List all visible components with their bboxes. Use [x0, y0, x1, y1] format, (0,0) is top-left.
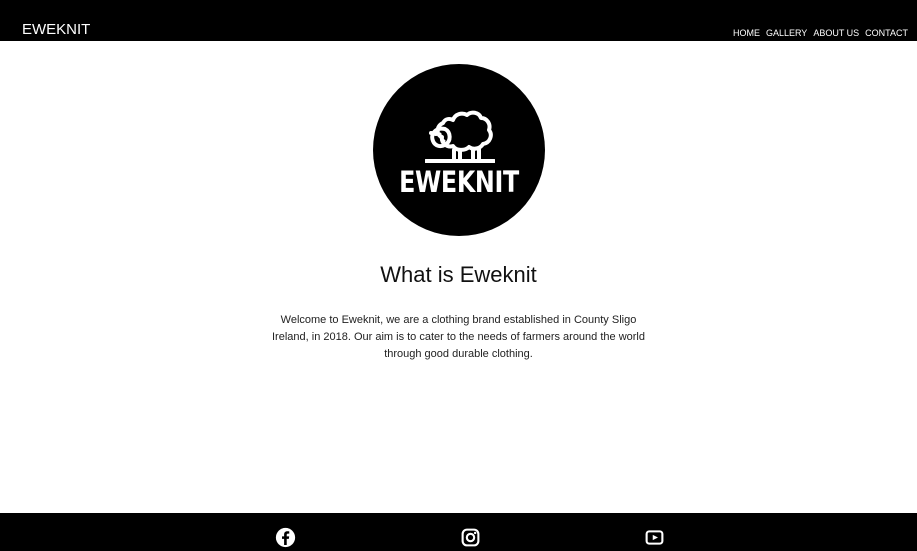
- logo-wordmark: EWEKNIT: [399, 165, 519, 199]
- youtube-icon: [645, 530, 664, 545]
- nav-home-link[interactable]: HOME: [733, 27, 760, 39]
- nav-gallery-link[interactable]: GALLERY: [766, 27, 807, 39]
- site-footer: [0, 513, 917, 551]
- main-navigation: HOME GALLERY ABOUT US CONTACT: [733, 27, 908, 39]
- instagram-link[interactable]: [460, 527, 481, 548]
- instagram-icon: [461, 528, 480, 547]
- home-page: EWEKNIT HOME GALLERY ABOUT US CONTACT EW…: [0, 0, 917, 551]
- facebook-icon: [275, 527, 296, 548]
- facebook-link[interactable]: [275, 527, 296, 548]
- nav-about-us-link[interactable]: ABOUT US: [813, 27, 859, 39]
- sheep-icon: [425, 110, 495, 163]
- brand-title[interactable]: EWEKNIT: [22, 21, 90, 39]
- nav-contact-link[interactable]: CONTACT: [865, 27, 908, 39]
- page-title: What is Eweknit: [380, 262, 537, 287]
- intro-paragraph: Welcome to Eweknit, we are a clothing br…: [272, 314, 645, 360]
- eweknit-logo: EWEKNIT: [373, 64, 545, 236]
- youtube-link[interactable]: [644, 527, 665, 548]
- site-header: EWEKNIT HOME GALLERY ABOUT US CONTACT: [0, 0, 917, 41]
